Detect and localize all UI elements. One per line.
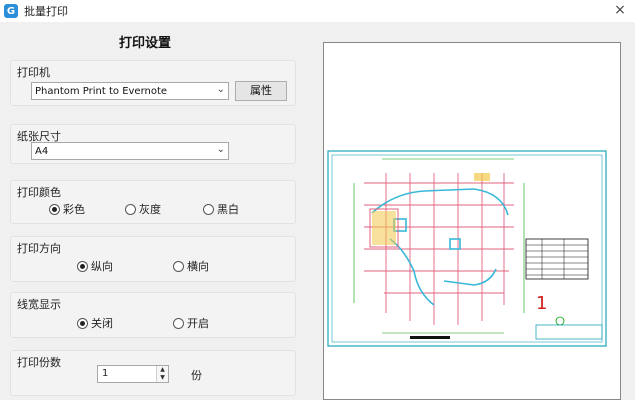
copies-label: 打印份数 — [17, 356, 61, 369]
stepper-arrows-icon[interactable]: ▲ ▼ — [156, 366, 168, 382]
orientation-option-portrait[interactable]: 纵向 — [77, 258, 113, 274]
structure-grid — [364, 173, 514, 325]
color-group: 打印颜色 彩色 灰度 黑白 — [10, 180, 296, 224]
drawing-title-mark — [410, 336, 450, 339]
paper-select[interactable]: A4 ⌄ — [31, 142, 229, 160]
radio-icon — [203, 203, 214, 215]
orientation-option-landscape[interactable]: 横向 — [173, 258, 209, 274]
highlight-zone — [372, 211, 396, 245]
preview-panel: 1 — [305, 22, 635, 400]
printer-select-value: Phantom Print to Evernote — [35, 85, 168, 97]
color-option-mono[interactable]: 黑白 — [203, 201, 239, 217]
printer-group: 打印机 Phantom Print to Evernote ⌄ 属性 — [10, 60, 296, 106]
color-option-color[interactable]: 彩色 — [49, 201, 85, 217]
color-label: 打印颜色 — [17, 186, 61, 199]
lineweight-option-on[interactable]: 开启 — [173, 315, 209, 331]
copies-value: 1 — [102, 368, 109, 379]
highlight-zone — [474, 173, 490, 181]
settings-panel: 打印设置 打印机 Phantom Print to Evernote ⌄ 属性 … — [0, 22, 305, 400]
chevron-down-icon: ⌄ — [216, 144, 225, 155]
radio-selected-icon — [49, 203, 60, 215]
lineweight-option-off[interactable]: 关闭 — [77, 315, 113, 331]
lineweight-group: 线宽显示 关闭 开启 — [10, 292, 296, 338]
orientation-group: 打印方向 纵向 横向 — [10, 236, 296, 282]
print-preview-page: 1 — [323, 42, 621, 400]
title-bar: G 批量打印 × — [0, 0, 635, 22]
close-icon[interactable]: × — [611, 2, 629, 18]
cad-drawing-preview: 1 — [327, 150, 607, 347]
chevron-down-icon: ⌄ — [216, 84, 225, 95]
printer-properties-button[interactable]: 属性 — [235, 81, 287, 101]
sheet-number: 1 — [536, 293, 547, 314]
app-logo-icon: G — [4, 4, 18, 18]
settings-heading: 打印设置 — [118, 36, 171, 51]
paper-group: 纸张尺寸 A4 ⌄ — [10, 124, 296, 164]
orientation-label: 打印方向 — [17, 242, 61, 255]
north-arrow-icon — [555, 316, 565, 326]
copies-group: 打印份数 1 ▲ ▼ 份 — [10, 350, 296, 396]
radio-icon — [173, 317, 184, 329]
title-block — [535, 324, 603, 340]
color-option-gray[interactable]: 灰度 — [125, 201, 161, 217]
dimension-lines — [353, 158, 525, 334]
lineweight-label: 线宽显示 — [17, 298, 61, 311]
paper-select-value: A4 — [35, 145, 49, 157]
printer-label: 打印机 — [17, 66, 50, 79]
radio-icon — [173, 260, 184, 272]
window-title: 批量打印 — [24, 5, 68, 18]
radio-selected-icon — [77, 317, 88, 329]
copies-unit: 份 — [191, 369, 202, 382]
radio-selected-icon — [77, 260, 88, 272]
printer-select[interactable]: Phantom Print to Evernote ⌄ — [31, 82, 229, 100]
copies-stepper[interactable]: 1 ▲ ▼ — [97, 365, 169, 383]
radio-icon — [125, 203, 136, 215]
schedule-table — [525, 238, 589, 280]
